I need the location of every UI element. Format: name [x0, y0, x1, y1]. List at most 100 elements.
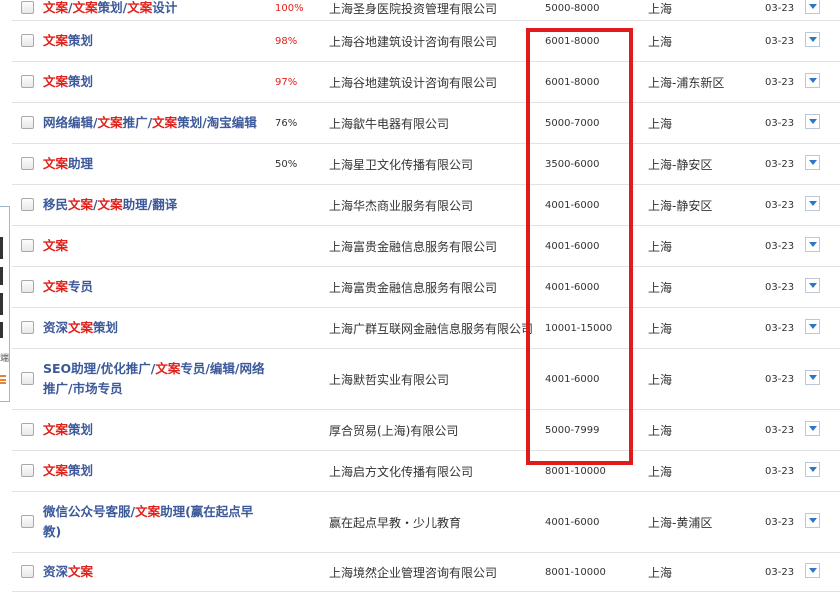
- job-title-link[interactable]: 资深文案: [43, 553, 267, 591]
- job-select-checkbox[interactable]: [21, 565, 34, 578]
- match-percent: [275, 267, 315, 307]
- job-select-checkbox[interactable]: [21, 198, 34, 211]
- company-link[interactable]: 上海境然企业管理咨询有限公司: [329, 553, 535, 591]
- salary-range: 4001-6000: [545, 240, 600, 252]
- job-location: 上海-静安区: [648, 198, 713, 213]
- company-link[interactable]: 上海歙牛电器有限公司: [329, 103, 535, 143]
- keyword-highlight: 文案: [43, 279, 69, 294]
- job-select-checkbox[interactable]: [21, 157, 34, 170]
- job-select-checkbox[interactable]: [21, 1, 34, 14]
- job-select-checkbox[interactable]: [21, 34, 34, 47]
- expand-details-icon[interactable]: [805, 73, 820, 88]
- company-link[interactable]: 上海启方文化传播有限公司: [329, 451, 535, 491]
- job-select-checkbox[interactable]: [21, 372, 34, 385]
- match-percent: 50%: [275, 158, 298, 170]
- match-percent: [275, 451, 315, 491]
- company-link[interactable]: 上海星卫文化传播有限公司: [329, 144, 535, 184]
- job-title-link[interactable]: 文案策划: [43, 410, 267, 450]
- job-title-link[interactable]: 网络编辑/文案推广/文案策划/淘宝编辑: [43, 103, 267, 143]
- expand-details-icon[interactable]: [805, 0, 820, 14]
- title-text: 微信公众号客服/: [43, 504, 136, 519]
- job-select-checkbox[interactable]: [21, 75, 34, 88]
- keyword-highlight: 文案: [43, 238, 69, 253]
- title-text: 策划: [68, 463, 94, 478]
- job-row: 文案助理 50% 上海星卫文化传播有限公司 3500-6000 上海-静安区 03-23: [12, 144, 840, 185]
- expand-details-icon[interactable]: [805, 278, 820, 293]
- job-title-link[interactable]: 文案专员: [43, 267, 267, 307]
- company-link[interactable]: 厚合贸易(上海)有限公司: [329, 410, 535, 450]
- job-title-link[interactable]: 资深文案策划: [43, 308, 267, 348]
- job-select-checkbox[interactable]: [21, 321, 34, 334]
- job-location: 上海-静安区: [648, 157, 713, 172]
- post-date: 03-23: [765, 2, 795, 14]
- job-select-checkbox[interactable]: [21, 116, 34, 129]
- company-link[interactable]: 上海谷地建筑设计咨询有限公司: [329, 62, 535, 102]
- expand-details-icon[interactable]: [805, 513, 820, 528]
- expand-details-icon[interactable]: [805, 237, 820, 252]
- company-link[interactable]: 上海谷地建筑设计咨询有限公司: [329, 21, 535, 61]
- job-row: 文案策划 上海启方文化传播有限公司 8001-10000 上海 03-23: [12, 451, 840, 492]
- match-percent: [275, 492, 315, 552]
- keyword-highlight: 文案: [97, 197, 123, 212]
- company-link[interactable]: 上海富贵金融信息服务有限公司: [329, 267, 535, 307]
- expand-details-icon[interactable]: [805, 462, 820, 477]
- post-date: 03-23: [765, 281, 795, 293]
- post-date: 03-23: [765, 35, 795, 47]
- match-percent: [275, 349, 315, 409]
- job-location: 上海-浦东新区: [648, 75, 725, 90]
- post-date: 03-23: [765, 566, 795, 578]
- expand-details-icon[interactable]: [805, 370, 820, 385]
- job-title-link[interactable]: 文案助理: [43, 144, 267, 184]
- side-feedback-widget[interactable]: 端: [0, 206, 10, 402]
- salary-range: 4001-6000: [545, 516, 600, 528]
- job-select-checkbox[interactable]: [21, 280, 34, 293]
- job-title-link[interactable]: 文案/文案策划/文案设计: [43, 0, 267, 20]
- expand-details-icon[interactable]: [805, 155, 820, 170]
- match-percent: 100%: [275, 2, 304, 14]
- job-title-link[interactable]: SEO助理/优化推广/文案专员/编辑/网络推广/市场专员: [43, 349, 267, 409]
- company-link[interactable]: 上海默哲实业有限公司: [329, 349, 535, 409]
- title-text: 移民: [43, 197, 69, 212]
- job-title-link[interactable]: 文案策划: [43, 62, 267, 102]
- company-link[interactable]: 上海富贵金融信息服务有限公司: [329, 226, 535, 266]
- company-link[interactable]: 上海华杰商业服务有限公司: [329, 185, 535, 225]
- job-row: 文案 上海富贵金融信息服务有限公司 4001-6000 上海 03-23: [12, 226, 840, 267]
- job-row: 文案/文案策划/文案设计 100% 上海圣身医院投资管理有限公司 5000-8000 上…: [12, 0, 840, 21]
- company-link[interactable]: 赢在起点早教・少儿教育: [329, 492, 535, 552]
- job-select-checkbox[interactable]: [21, 464, 34, 477]
- job-location: 上海: [648, 239, 673, 254]
- post-date: 03-23: [765, 465, 795, 477]
- job-title-link[interactable]: 文案: [43, 226, 267, 266]
- keyword-highlight: 文案: [72, 0, 98, 15]
- expand-details-icon[interactable]: [805, 421, 820, 436]
- expand-details-icon[interactable]: [805, 319, 820, 334]
- job-row: 资深文案 上海境然企业管理咨询有限公司 8001-10000 上海 03-23: [12, 553, 840, 592]
- expand-details-icon[interactable]: [805, 563, 820, 578]
- job-list-table: 文案/文案策划/文案设计 100% 上海圣身医院投资管理有限公司 5000-8000 上…: [12, 0, 840, 592]
- job-location: 上海: [648, 116, 673, 131]
- job-title-link[interactable]: 移民文案/文案助理/翻译: [43, 185, 267, 225]
- job-select-checkbox[interactable]: [21, 239, 34, 252]
- company-link[interactable]: 上海广群互联网金融信息服务有限公司: [329, 308, 535, 348]
- job-title-link[interactable]: 微信公众号客服/文案助理(赢在起点早教): [43, 492, 267, 552]
- job-select-checkbox[interactable]: [21, 515, 34, 528]
- salary-range: 6001-8000: [545, 76, 600, 88]
- company-link[interactable]: 上海圣身医院投资管理有限公司: [329, 0, 535, 20]
- job-title-link[interactable]: 文案策划: [43, 451, 267, 491]
- expand-details-icon[interactable]: [805, 114, 820, 129]
- salary-range: 4001-6000: [545, 281, 600, 293]
- title-text: 策划: [93, 320, 119, 335]
- match-percent: 97%: [275, 76, 298, 88]
- menu-lines-icon: [0, 375, 6, 384]
- expand-details-icon[interactable]: [805, 32, 820, 47]
- salary-range: 8001-10000: [545, 566, 606, 578]
- side-widget-text: 端: [0, 354, 10, 364]
- post-date: 03-23: [765, 117, 795, 129]
- keyword-highlight: 文案: [43, 422, 69, 437]
- match-percent: [275, 185, 315, 225]
- title-text: 推广/: [122, 115, 153, 130]
- job-title-link[interactable]: 文案策划: [43, 21, 267, 61]
- job-select-checkbox[interactable]: [21, 423, 34, 436]
- title-text: SEO助理/优化推广/: [43, 361, 156, 376]
- expand-details-icon[interactable]: [805, 196, 820, 211]
